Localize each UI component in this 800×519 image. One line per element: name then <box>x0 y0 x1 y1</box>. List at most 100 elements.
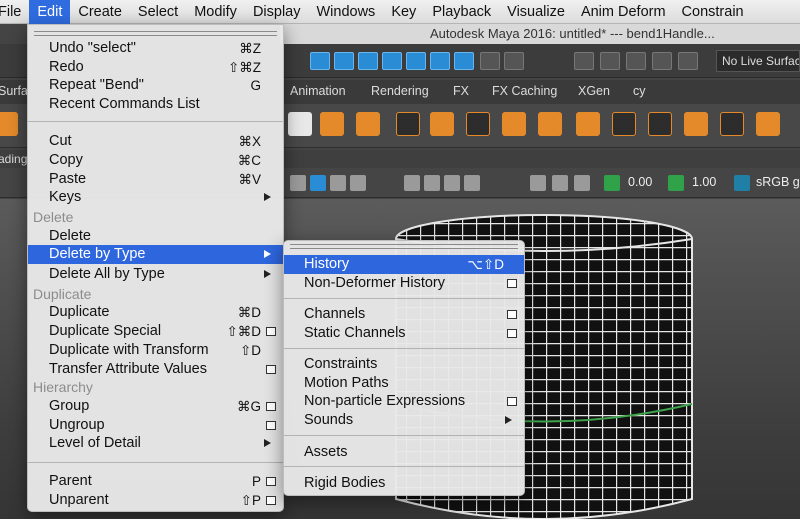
submenu-item-rigid-bodies[interactable]: Rigid Bodies <box>284 474 524 493</box>
gamma-icon[interactable] <box>668 175 684 191</box>
menu-item-redo[interactable]: Redo ⇧⌘Z <box>28 58 283 77</box>
shelf-tab-fx-caching[interactable]: FX Caching <box>492 84 557 98</box>
split-cube-icon[interactable] <box>684 112 708 136</box>
submenu-item-channels[interactable]: Channels <box>284 305 524 324</box>
sculpt-icon[interactable] <box>652 52 672 70</box>
submenu-item-history[interactable]: History ⌥⇧D <box>284 255 524 274</box>
menu-item-copy[interactable]: Copy ⌘C <box>28 151 283 170</box>
snap-surface-icon[interactable] <box>430 52 450 70</box>
panel-menu-shading[interactable]: ading <box>0 152 27 166</box>
wireframe-icon[interactable] <box>310 175 326 191</box>
option-box-icon[interactable] <box>266 327 276 336</box>
snap-curve-icon[interactable] <box>334 52 354 70</box>
menu-anim-deform[interactable]: Anim Deform <box>573 0 674 24</box>
option-box-icon[interactable] <box>266 477 276 486</box>
menu-file[interactable]: File <box>0 0 29 24</box>
menu-modify[interactable]: Modify <box>186 0 245 24</box>
menu-item-delete[interactable]: Delete <box>28 227 283 246</box>
option-box-icon[interactable] <box>266 365 276 374</box>
shelf-tab-xgen[interactable]: XGen <box>578 84 610 98</box>
shading-icon[interactable] <box>290 175 306 191</box>
tear-off-handle[interactable] <box>290 244 518 249</box>
shelf-tab-surfaces[interactable]: Surfa <box>0 84 28 98</box>
option-box-icon[interactable] <box>507 310 517 319</box>
shelf-tab-custom[interactable]: cy <box>633 84 646 98</box>
xray-icon[interactable] <box>552 175 568 191</box>
symmetry-icon[interactable] <box>574 52 594 70</box>
color-space-label[interactable]: sRGB ga <box>756 175 800 189</box>
submenu-item-non-particle-expressions[interactable]: Non-particle Expressions <box>284 392 524 411</box>
isolate-icon[interactable] <box>530 175 546 191</box>
block-icon[interactable] <box>502 112 526 136</box>
menu-item-cut[interactable]: Cut ⌘X <box>28 132 283 151</box>
cube-icon[interactable] <box>320 112 344 136</box>
camera-icon[interactable] <box>626 52 646 70</box>
menu-item-parent[interactable]: Parent P <box>28 472 283 491</box>
cross-box-icon[interactable] <box>720 112 744 136</box>
tiles-icon[interactable] <box>756 112 780 136</box>
menu-item-duplicate-special[interactable]: Duplicate Special ⇧⌘D <box>28 322 283 341</box>
submenu-item-constraints[interactable]: Constraints <box>284 355 524 374</box>
lattice-icon[interactable] <box>430 112 454 136</box>
shelf-tab-animation[interactable]: Animation <box>290 84 346 98</box>
gamma-value[interactable]: 1.00 <box>692 175 716 189</box>
aa-icon[interactable] <box>464 175 480 191</box>
menu-item-delete-all-by-type[interactable]: Delete All by Type <box>28 265 283 284</box>
option-box-icon[interactable] <box>507 397 517 406</box>
menu-item-unparent[interactable]: Unparent ⇧P <box>28 491 283 510</box>
menu-select[interactable]: Select <box>130 0 186 24</box>
menu-playback[interactable]: Playback <box>424 0 499 24</box>
snap-live-icon[interactable] <box>454 52 474 70</box>
grid-icon[interactable] <box>356 112 380 136</box>
menu-item-paste[interactable]: Paste ⌘V <box>28 170 283 189</box>
submenu-item-motion-paths[interactable]: Motion Paths <box>284 374 524 393</box>
menu-item-recent-commands[interactable]: Recent Commands List <box>28 95 283 114</box>
box-wire-icon[interactable] <box>396 112 420 136</box>
menu-item-undo[interactable]: Undo "select" ⌘Z <box>28 39 283 58</box>
menu-display[interactable]: Display <box>245 0 309 24</box>
snap-point-icon[interactable] <box>358 52 378 70</box>
tear-off-handle[interactable] <box>34 31 277 36</box>
menu-item-level-of-detail[interactable]: Level of Detail <box>28 434 283 453</box>
exposure-icon[interactable] <box>604 175 620 191</box>
render-icon[interactable] <box>480 52 500 70</box>
nurbs-icon[interactable] <box>0 112 18 136</box>
menu-windows[interactable]: Windows <box>308 0 383 24</box>
option-box-icon[interactable] <box>266 421 276 430</box>
shadow-icon[interactable] <box>404 175 420 191</box>
ao-icon[interactable] <box>424 175 440 191</box>
submenu-item-sounds[interactable]: Sounds <box>284 411 524 430</box>
menu-item-group[interactable]: Group ⌘G <box>28 397 283 416</box>
option-box-icon[interactable] <box>507 329 517 338</box>
diamond-icon[interactable] <box>538 112 562 136</box>
frame-icon[interactable] <box>612 112 636 136</box>
texture-icon[interactable] <box>330 175 346 191</box>
menu-item-duplicate[interactable]: Duplicate ⌘D <box>28 303 283 322</box>
menu-item-transfer-attribute-values[interactable]: Transfer Attribute Values <box>28 360 283 379</box>
menu-item-duplicate-with-transform[interactable]: Duplicate with Transform ⇧D <box>28 341 283 360</box>
color-management-icon[interactable] <box>734 175 750 191</box>
snap-view-icon[interactable] <box>406 52 426 70</box>
menu-item-ungroup[interactable]: Ungroup <box>28 416 283 435</box>
submenu-item-static-channels[interactable]: Static Channels <box>284 324 524 343</box>
sphere-icon[interactable] <box>288 112 312 136</box>
menu-item-repeat[interactable]: Repeat "Bend" G <box>28 76 283 95</box>
light-icon[interactable] <box>350 175 366 191</box>
menu-visualize[interactable]: Visualize <box>499 0 573 24</box>
menu-key[interactable]: Key <box>383 0 424 24</box>
motion-blur-icon[interactable] <box>444 175 460 191</box>
submenu-item-non-deformer-history[interactable]: Non-Deformer History <box>284 274 524 293</box>
menu-constrain[interactable]: Constrain <box>674 0 752 24</box>
submenu-item-assets[interactable]: Assets <box>284 443 524 462</box>
menu-edit[interactable]: Edit <box>29 0 71 24</box>
bounding-box-icon[interactable] <box>648 112 672 136</box>
menu-create[interactable]: Create <box>70 0 130 24</box>
cube-solid-icon[interactable] <box>576 112 600 136</box>
snap-projected-icon[interactable] <box>382 52 402 70</box>
menu-item-delete-by-type[interactable]: Delete by Type <box>28 245 283 264</box>
menu-item-keys[interactable]: Keys <box>28 188 283 207</box>
move-tool-icon[interactable] <box>310 52 330 70</box>
live-surface-field[interactable]: No Live Surfac <box>716 50 800 72</box>
option-box-icon[interactable] <box>507 279 517 288</box>
bend-icon[interactable] <box>466 112 490 136</box>
